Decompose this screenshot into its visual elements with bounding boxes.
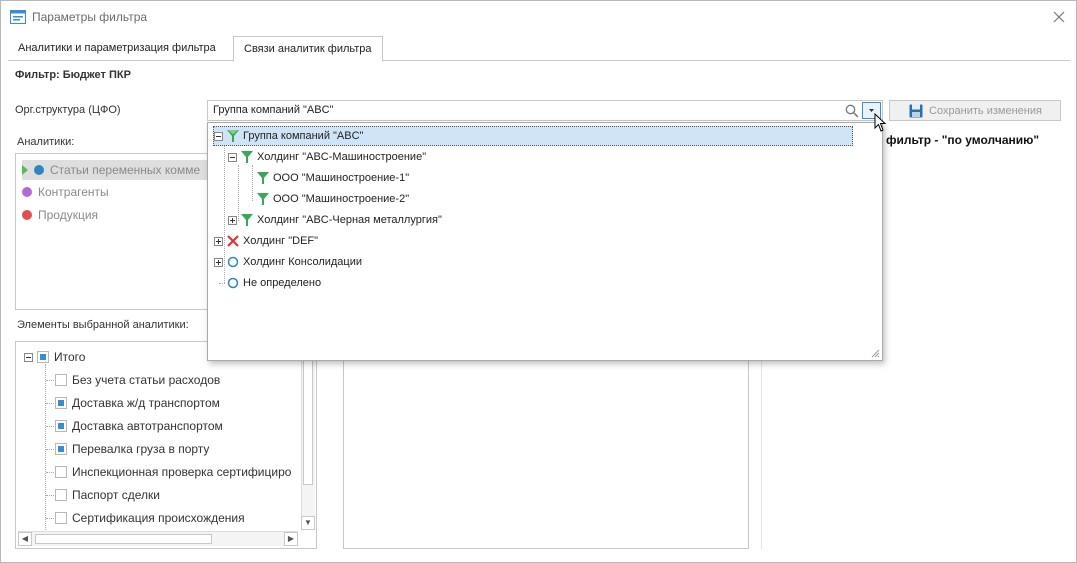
item-checkbox[interactable]	[55, 512, 67, 524]
dropdown-row-label: Холдинг Консолидации	[243, 256, 363, 268]
item-checkbox[interactable]	[55, 420, 67, 432]
analytics-item-label: Продукция	[38, 208, 99, 222]
circle-icon	[22, 210, 32, 220]
dropdown-row[interactable]: Холдинг "ABC-Черная металлургия"	[228, 210, 442, 230]
filter-icon	[227, 130, 239, 142]
close-icon[interactable]	[1050, 8, 1068, 26]
dropdown-row-label: ООО "Машиностроение-1"	[273, 172, 410, 184]
dropdown-row-label: Не определено	[243, 277, 322, 289]
elements-label: Элементы выбранной аналитики:	[17, 319, 189, 331]
org-structure-dropdown: Группа компаний "ABC" Холдинг "ABC-Машин…	[207, 122, 883, 361]
scroll-thumb[interactable]	[303, 360, 313, 485]
item-checkbox[interactable]	[55, 489, 67, 501]
dropdown-row[interactable]: Холдинг Консолидации	[214, 252, 362, 272]
expand-icon[interactable]	[214, 236, 223, 246]
tree-item-row[interactable]: Инспекционная проверка сертифициро	[55, 461, 291, 483]
org-structure-combo[interactable]: Группа компаний "ABC"	[207, 100, 883, 121]
resize-grip-icon[interactable]	[870, 348, 880, 358]
tree-root-label: Итого	[54, 350, 86, 364]
tree-item-row[interactable]: Паспорт сделки	[55, 484, 160, 506]
tree-item-label: Перевалка груза в порту	[72, 442, 210, 456]
analytics-item[interactable]: Контрагенты	[22, 182, 109, 202]
dropdown-row[interactable]: Холдинг "ABC-Машиностроение"	[228, 147, 426, 167]
collapse-icon[interactable]	[228, 152, 237, 162]
title-bar: Параметры фильтра	[1, 1, 1076, 33]
linked-elements-panel	[343, 356, 749, 549]
cross-icon	[227, 235, 239, 247]
scroll-thumb[interactable]	[35, 534, 212, 544]
tab-analytics-params[interactable]: Аналитики и параметризация фильтра	[8, 36, 226, 61]
filter-icon	[241, 214, 253, 226]
expand-icon[interactable]	[228, 215, 237, 225]
collapse-icon[interactable]	[24, 352, 33, 362]
analytics-item-label: Контрагенты	[38, 185, 109, 199]
dropdown-row-label: Холдинг "ABC-Черная металлургия"	[257, 214, 442, 226]
tab-bar: Аналитики и параметризация фильтра Связи…	[8, 36, 1070, 62]
root-checkbox[interactable]	[37, 351, 49, 363]
dropdown-row-label: ООО "Машиностроение-2"	[273, 193, 410, 205]
tree-item-row[interactable]: Доставка автотранспортом	[55, 415, 223, 437]
dropdown-row-label: Группа компаний "ABC"	[243, 130, 364, 142]
circle-icon	[34, 165, 44, 175]
default-filter-note: фильтр - "по умолчанию"	[886, 133, 1040, 147]
dropdown-row-label: Холдинг "ABC-Машиностроение"	[257, 151, 427, 163]
elements-horizontal-scrollbar[interactable]: ◀ ▶	[18, 531, 298, 546]
expand-icon[interactable]	[214, 257, 223, 267]
circle-icon	[227, 256, 239, 268]
scroll-right-icon[interactable]: ▶	[284, 532, 298, 546]
tree-item-row[interactable]: Доставка ж/д транспортом	[55, 392, 220, 414]
tree-item-label: Инспекционная проверка сертифициро	[72, 465, 292, 479]
elements-tree: Итого Без учета статьи расходов Доставка…	[15, 341, 317, 549]
dropdown-row-label: Холдинг "DEF"	[243, 235, 319, 247]
combo-dropdown-button[interactable]	[862, 102, 881, 119]
tab-analytics-links[interactable]: Связи аналитик фильтра	[233, 36, 383, 62]
filter-icon	[257, 193, 269, 205]
tree-item-label: Сертификация происхождения	[72, 511, 245, 525]
dialog-window: Параметры фильтра Аналитики и параметриз…	[0, 0, 1077, 563]
dropdown-row[interactable]: Холдинг "DEF"	[214, 231, 318, 251]
save-changes-button[interactable]: Сохранить изменения	[889, 100, 1061, 121]
analytics-item[interactable]: Продукция	[22, 205, 98, 225]
tree-item-row[interactable]: Перевалка груза в порту	[55, 438, 209, 460]
dropdown-row[interactable]: Не определено	[226, 273, 321, 293]
tree-item-row[interactable]: Без учета статьи расходов	[55, 369, 220, 391]
save-icon	[909, 104, 923, 118]
search-icon[interactable]	[845, 104, 859, 118]
dropdown-row[interactable]: ООО "Машиностроение-2"	[256, 189, 409, 209]
tree-item-row[interactable]: Сертификация происхождения	[55, 507, 245, 529]
tree-item-label: Доставка ж/д транспортом	[72, 396, 220, 410]
chevron-down-icon	[869, 109, 874, 112]
dropdown-row[interactable]: ООО "Машиностроение-1"	[256, 168, 409, 188]
dropdown-row[interactable]: Группа компаний "ABC"	[213, 126, 853, 146]
play-icon	[22, 165, 28, 175]
item-checkbox[interactable]	[55, 443, 67, 455]
window-title: Параметры фильтра	[32, 10, 148, 24]
org-structure-label: Орг.структура (ЦФО)	[15, 104, 121, 116]
tree-item-label: Без учета статьи расходов	[72, 373, 221, 387]
item-checkbox[interactable]	[55, 397, 67, 409]
circle-icon	[227, 277, 239, 289]
collapse-icon[interactable]	[214, 131, 223, 141]
filter-icon	[257, 172, 269, 184]
window-icon	[10, 10, 26, 24]
filter-name-label: Фильтр: Бюджет ПКР	[15, 69, 131, 81]
analytics-item[interactable]: Статьи переменных комме	[22, 160, 222, 180]
tree-item-label: Паспорт сделки	[72, 488, 160, 502]
scroll-down-icon[interactable]: ▼	[301, 516, 315, 530]
analytics-label: Аналитики:	[17, 136, 75, 148]
item-checkbox[interactable]	[55, 374, 67, 386]
item-checkbox[interactable]	[55, 466, 67, 478]
panel-divider	[761, 356, 762, 549]
tree-item-label: Доставка автотранспортом	[72, 419, 223, 433]
elements-vertical-scrollbar[interactable]: ▼	[301, 358, 315, 530]
filter-icon	[241, 151, 253, 163]
scroll-left-icon[interactable]: ◀	[18, 532, 32, 546]
circle-icon	[22, 187, 32, 197]
org-structure-value: Группа компаний "ABC"	[213, 104, 334, 116]
tree-root-row[interactable]: Итого	[24, 346, 85, 368]
analytics-item-label: Статьи переменных комме	[50, 163, 201, 177]
save-changes-label: Сохранить изменения	[929, 105, 1042, 117]
